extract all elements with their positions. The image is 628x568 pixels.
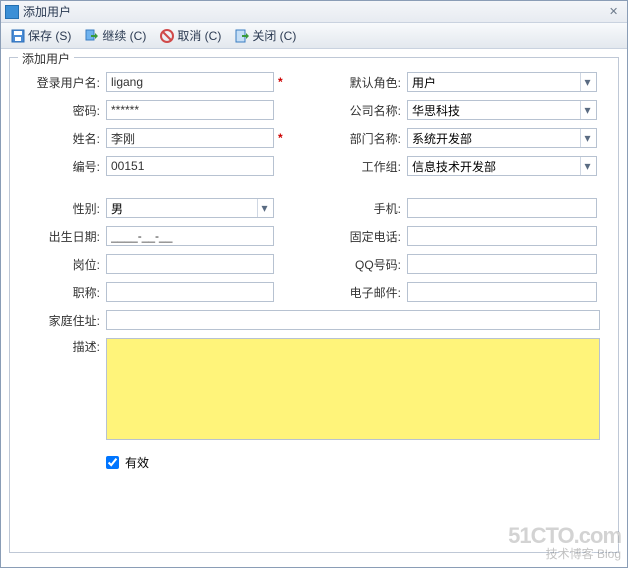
exit-icon	[235, 29, 249, 43]
chevron-down-icon: ▾	[580, 73, 594, 91]
company-value: 华思科技	[412, 102, 460, 119]
dialog-add-user: 添加用户 ✕ 保存 (S) 继续 (C) 取消 (C) 关闭 (C)	[0, 0, 628, 568]
dept-select[interactable]: 系统开发部 ▾	[407, 128, 597, 148]
name-input[interactable]	[106, 128, 274, 148]
close-label: 关闭 (C)	[252, 27, 296, 44]
label-email: 电子邮件:	[319, 284, 407, 301]
chevron-down-icon: ▾	[257, 199, 271, 217]
gender-value: 男	[111, 200, 123, 217]
default-role-value: 用户	[412, 74, 436, 91]
workgroup-select[interactable]: 信息技术开发部 ▾	[407, 156, 597, 176]
label-default-role: 默认角色:	[319, 74, 407, 91]
label-phone: 固定电话:	[319, 228, 407, 245]
label-password: 密码:	[18, 102, 106, 119]
window-title: 添加用户	[23, 3, 609, 20]
label-mobile: 手机:	[319, 200, 407, 217]
save-button[interactable]: 保存 (S)	[5, 25, 77, 47]
desc-textarea[interactable]	[106, 338, 600, 440]
save-icon	[11, 29, 25, 43]
dept-value: 系统开发部	[412, 130, 472, 147]
label-title: 职称:	[18, 284, 106, 301]
password-input[interactable]	[106, 100, 274, 120]
close-icon[interactable]: ✕	[609, 5, 623, 19]
chevron-down-icon: ▾	[580, 101, 594, 119]
title-input[interactable]	[106, 282, 274, 302]
cancel-label: 取消 (C)	[177, 27, 221, 44]
login-input[interactable]	[106, 72, 274, 92]
required-mark: *	[278, 75, 283, 89]
valid-checkbox[interactable]	[106, 456, 119, 469]
chevron-down-icon: ▾	[580, 129, 594, 147]
qq-input[interactable]	[407, 254, 597, 274]
mobile-input[interactable]	[407, 198, 597, 218]
label-dept: 部门名称:	[319, 130, 407, 147]
continue-icon	[85, 29, 99, 43]
chevron-down-icon: ▾	[580, 157, 594, 175]
post-input[interactable]	[106, 254, 274, 274]
birth-input[interactable]	[106, 226, 274, 246]
cancel-icon	[160, 29, 174, 43]
label-gender: 性别:	[18, 200, 106, 217]
fieldset-legend: 添加用户	[18, 50, 74, 67]
workgroup-value: 信息技术开发部	[412, 158, 496, 175]
label-qq: QQ号码:	[319, 256, 407, 273]
save-label: 保存 (S)	[28, 27, 71, 44]
label-number: 编号:	[18, 158, 106, 175]
toolbar: 保存 (S) 继续 (C) 取消 (C) 关闭 (C)	[1, 23, 627, 49]
label-address: 家庭住址:	[18, 312, 106, 329]
label-valid: 有效	[125, 454, 149, 471]
label-login: 登录用户名:	[18, 74, 106, 91]
label-desc: 描述:	[18, 338, 106, 355]
label-company: 公司名称:	[319, 102, 407, 119]
label-name: 姓名:	[18, 130, 106, 147]
phone-input[interactable]	[407, 226, 597, 246]
email-input[interactable]	[407, 282, 597, 302]
number-input[interactable]	[106, 156, 274, 176]
form-content: 登录用户名: * 密码: 姓名: * 编号:	[18, 68, 610, 544]
close-button[interactable]: 关闭 (C)	[229, 25, 302, 47]
label-workgroup: 工作组:	[319, 158, 407, 175]
label-birth: 出生日期:	[18, 228, 106, 245]
titlebar[interactable]: 添加用户 ✕	[1, 1, 627, 23]
cancel-button[interactable]: 取消 (C)	[154, 25, 227, 47]
label-post: 岗位:	[18, 256, 106, 273]
default-role-select[interactable]: 用户 ▾	[407, 72, 597, 92]
gender-select[interactable]: 男 ▾	[106, 198, 274, 218]
address-input[interactable]	[106, 310, 600, 330]
required-mark: *	[278, 131, 283, 145]
company-select[interactable]: 华思科技 ▾	[407, 100, 597, 120]
continue-label: 继续 (C)	[102, 27, 146, 44]
app-icon	[5, 5, 19, 19]
form-fieldset: 添加用户 登录用户名: * 密码: 姓名:	[9, 57, 619, 553]
continue-button[interactable]: 继续 (C)	[79, 25, 152, 47]
